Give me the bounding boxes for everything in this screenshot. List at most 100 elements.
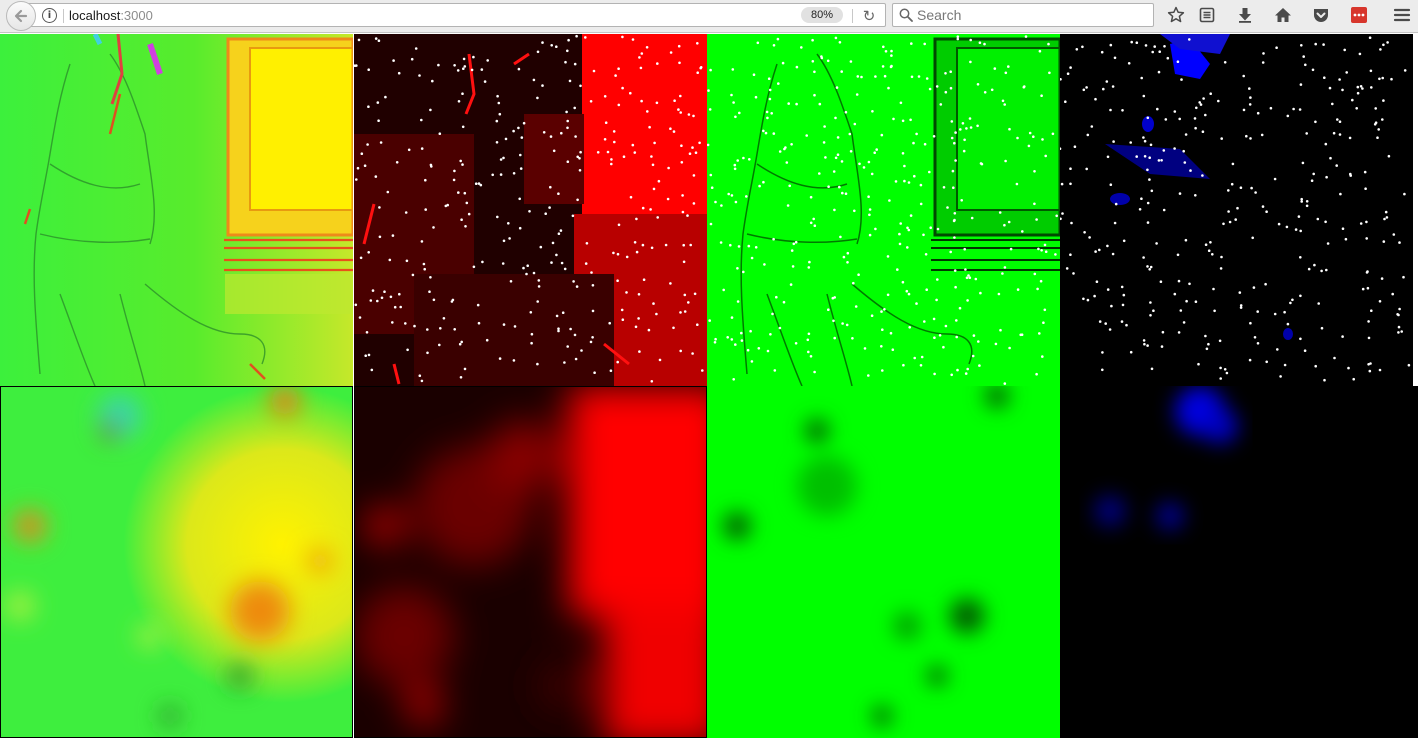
feature-point [1249, 137, 1252, 140]
feature-point [768, 97, 772, 101]
feature-point [1324, 220, 1327, 224]
feature-point [1324, 142, 1328, 146]
feature-point [1314, 42, 1317, 46]
feature-point [936, 227, 940, 231]
feature-point [1368, 369, 1372, 373]
feature-point [609, 369, 613, 373]
feature-point [679, 311, 682, 314]
feature-point [933, 372, 936, 376]
feature-point [1197, 362, 1200, 366]
feature-point [765, 110, 769, 114]
feature-point [853, 122, 857, 126]
feature-point [913, 356, 916, 360]
feature-point [800, 46, 803, 49]
feature-point [1164, 118, 1168, 121]
search-input[interactable] [917, 6, 1147, 24]
feature-point [397, 71, 401, 75]
feature-point [679, 94, 682, 98]
feature-point [465, 201, 469, 205]
feature-point [677, 108, 680, 111]
feature-point [1121, 109, 1124, 112]
feature-point [1242, 74, 1245, 78]
menu-icon[interactable] [1391, 4, 1413, 26]
zoom-level-badge[interactable]: 80% [801, 7, 843, 23]
feature-point [1227, 210, 1230, 213]
bookmark-star-icon[interactable] [1165, 4, 1187, 26]
feature-point [566, 160, 570, 163]
feature-point [929, 226, 932, 229]
feature-point [1024, 35, 1028, 38]
feature-point [1066, 72, 1070, 75]
feature-point [1146, 168, 1149, 172]
feature-point [1177, 279, 1181, 283]
feature-point [1328, 86, 1332, 90]
feature-point [1146, 265, 1149, 268]
feature-point [952, 186, 955, 189]
feature-point [1283, 310, 1286, 314]
canvas-grid [0, 34, 1418, 751]
back-button[interactable] [6, 1, 36, 31]
feature-point [367, 353, 371, 357]
feature-point [730, 338, 734, 341]
feature-point [1332, 131, 1336, 135]
feature-point [680, 161, 684, 164]
feature-point [1305, 132, 1308, 135]
feature-point [794, 342, 798, 345]
feature-point [848, 132, 852, 136]
panel-blue-channel-blur [1060, 386, 1418, 738]
reading-list-icon[interactable] [1196, 4, 1218, 26]
feature-point [772, 44, 776, 47]
reload-icon[interactable]: ↻ [860, 7, 878, 25]
url-bar[interactable]: i localhost:3000 80% ↻ [26, 3, 886, 27]
feature-point [1252, 286, 1256, 289]
feature-point [1387, 154, 1391, 158]
feature-point [1307, 267, 1311, 271]
feature-point [1366, 286, 1370, 290]
feature-point [679, 349, 682, 353]
feature-point [495, 141, 499, 144]
feature-point [572, 280, 575, 283]
url-text[interactable]: localhost:3000 [69, 8, 153, 23]
feature-point [1283, 363, 1287, 367]
feature-point [584, 36, 587, 39]
feature-point [970, 216, 974, 220]
home-icon[interactable] [1272, 4, 1294, 26]
pocket-icon[interactable] [1310, 4, 1332, 26]
feature-point [502, 239, 506, 243]
feature-point [925, 77, 929, 80]
feature-point [1391, 292, 1394, 296]
feature-point [795, 102, 798, 106]
feature-point [664, 243, 668, 247]
extension-icon[interactable] [1348, 4, 1370, 26]
browser-toolbar: i localhost:3000 80% ↻ [0, 0, 1418, 33]
feature-point [1130, 40, 1133, 44]
feature-point [983, 42, 986, 46]
feature-point [1001, 99, 1005, 103]
feature-point [1397, 331, 1400, 334]
feature-point [730, 93, 733, 97]
search-bar[interactable] [892, 3, 1154, 27]
feature-point [391, 321, 394, 324]
feature-point [908, 326, 911, 329]
feature-point [573, 62, 577, 66]
feature-point [519, 167, 523, 170]
feature-point [997, 292, 1001, 296]
feature-point [365, 331, 369, 334]
feature-point [476, 303, 480, 307]
feature-point [844, 110, 848, 114]
feature-point [1177, 331, 1181, 334]
feature-point [1380, 277, 1384, 280]
feature-point [1302, 55, 1305, 58]
feature-point [1041, 138, 1044, 141]
info-icon[interactable]: i [42, 8, 57, 23]
feature-point [596, 151, 600, 154]
feature-point [687, 301, 690, 304]
feature-point [757, 347, 761, 350]
downloads-icon[interactable] [1234, 4, 1256, 26]
feature-point [645, 46, 649, 49]
feature-point [1331, 102, 1334, 106]
feature-point [1055, 214, 1058, 218]
feature-point [966, 367, 969, 371]
feature-point [592, 69, 596, 73]
feature-point [589, 340, 593, 344]
